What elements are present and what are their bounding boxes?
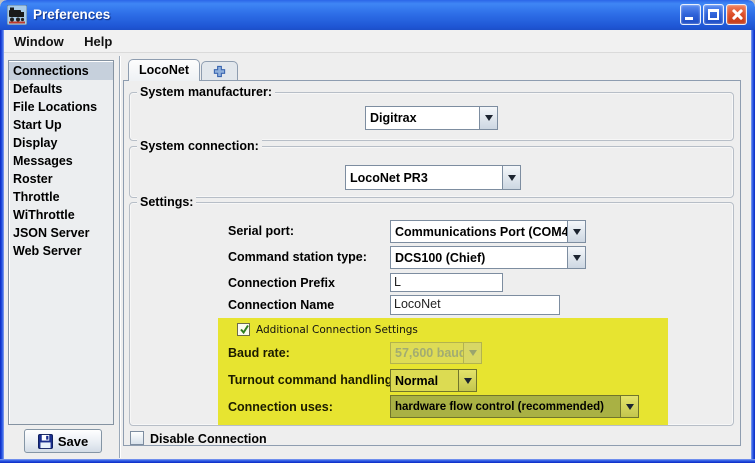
baud-rate-label: Baud rate: [228, 346, 290, 360]
connection-uses-dropdown-arrow-icon [620, 396, 638, 417]
connection-select[interactable]: LocoNet PR3 [345, 165, 521, 190]
sidebar-item-json-server[interactable]: JSON Server [9, 224, 113, 242]
sidebar-item-messages[interactable]: Messages [9, 152, 113, 170]
system-connection-title: System connection: [137, 139, 262, 153]
sidebar-item-display[interactable]: Display [9, 134, 113, 152]
split-divider[interactable] [119, 56, 120, 458]
tab-loconet[interactable]: LocoNet [128, 59, 200, 81]
command-station-label: Command station type: [228, 250, 367, 264]
sidebar-item-start-up[interactable]: Start Up [9, 116, 113, 134]
turnout-handling-value: Normal [391, 374, 458, 388]
close-icon [730, 8, 743, 21]
disable-connection-label: Disable Connection [150, 432, 267, 446]
preferences-window: Preferences Window Help Connections Defa… [0, 0, 755, 463]
serial-port-select[interactable]: Communications Port (COM4) [390, 220, 586, 243]
maximize-icon [708, 9, 719, 20]
connection-name-input[interactable]: LocoNet [390, 295, 560, 315]
menubar: Window Help [4, 30, 751, 53]
settings-title: Settings: [137, 195, 196, 209]
connection-uses-label: Connection uses: [228, 400, 333, 414]
jmri-train-icon [7, 5, 27, 25]
sidebar-item-file-locations[interactable]: File Locations [9, 98, 113, 116]
system-manufacturer-title: System manufacturer: [137, 85, 275, 99]
turnout-handling-select[interactable]: Normal [390, 369, 477, 392]
menu-help[interactable]: Help [78, 30, 118, 53]
serial-port-label: Serial port: [228, 224, 294, 238]
window-title: Preferences [33, 0, 110, 29]
connection-uses-value: hardware flow control (recommended) [391, 401, 620, 413]
titlebar[interactable]: Preferences [0, 0, 755, 30]
sidebar-item-defaults[interactable]: Defaults [9, 80, 113, 98]
save-floppy-icon [38, 434, 53, 449]
close-button[interactable] [726, 4, 747, 25]
save-button[interactable]: Save [24, 429, 102, 453]
sidebar-item-roster[interactable]: Roster [9, 170, 113, 188]
serial-port-dropdown-arrow-icon [567, 221, 585, 242]
command-station-select[interactable]: DCS100 (Chief) [390, 246, 586, 269]
tab-add-connection[interactable] [201, 61, 238, 80]
manufacturer-value: Digitrax [366, 111, 479, 125]
manufacturer-select[interactable]: Digitrax [365, 106, 498, 130]
window-border-bottom [0, 459, 755, 463]
connection-uses-select[interactable]: hardware flow control (recommended) [390, 395, 639, 418]
command-station-dropdown-arrow-icon [567, 247, 585, 268]
preferences-category-list: Connections Defaults File Locations Star… [8, 60, 114, 425]
save-label: Save [58, 434, 88, 449]
baud-rate-select: 57,600 baud [390, 342, 482, 364]
disable-connection-checkbox[interactable] [130, 431, 144, 445]
maximize-button[interactable] [703, 4, 724, 25]
turnout-handling-label: Turnout command handling: [228, 373, 397, 387]
manufacturer-dropdown-arrow-icon [479, 107, 497, 129]
connection-name-label: Connection Name [228, 298, 334, 312]
sidebar-item-throttle[interactable]: Throttle [9, 188, 113, 206]
baud-rate-dropdown-arrow-icon [463, 343, 481, 363]
connection-prefix-input[interactable]: L [390, 273, 503, 292]
additional-settings-checkbox[interactable] [237, 323, 250, 336]
minimize-icon [685, 17, 693, 20]
command-station-value: DCS100 (Chief) [391, 251, 567, 265]
serial-port-value: Communications Port (COM4) [391, 225, 567, 239]
check-icon [238, 323, 251, 336]
menu-window[interactable]: Window [8, 30, 70, 53]
connection-value: LocoNet PR3 [346, 171, 502, 185]
add-tab-plus-icon [213, 65, 226, 78]
turnout-handling-dropdown-arrow-icon [458, 370, 476, 391]
sidebar-item-web-server[interactable]: Web Server [9, 242, 113, 260]
window-border-right [751, 30, 755, 459]
minimize-button[interactable] [680, 4, 701, 25]
window-border-left [0, 30, 4, 459]
baud-rate-value: 57,600 baud [391, 346, 463, 360]
connection-prefix-label: Connection Prefix [228, 276, 335, 290]
sidebar-item-withrottle[interactable]: WiThrottle [9, 206, 113, 224]
sidebar-item-connections[interactable]: Connections [9, 62, 113, 80]
additional-settings-label: Additional Connection Settings [256, 324, 418, 336]
connection-dropdown-arrow-icon [502, 166, 520, 189]
additional-settings-highlight: Additional Connection Settings Baud rate… [218, 318, 668, 425]
